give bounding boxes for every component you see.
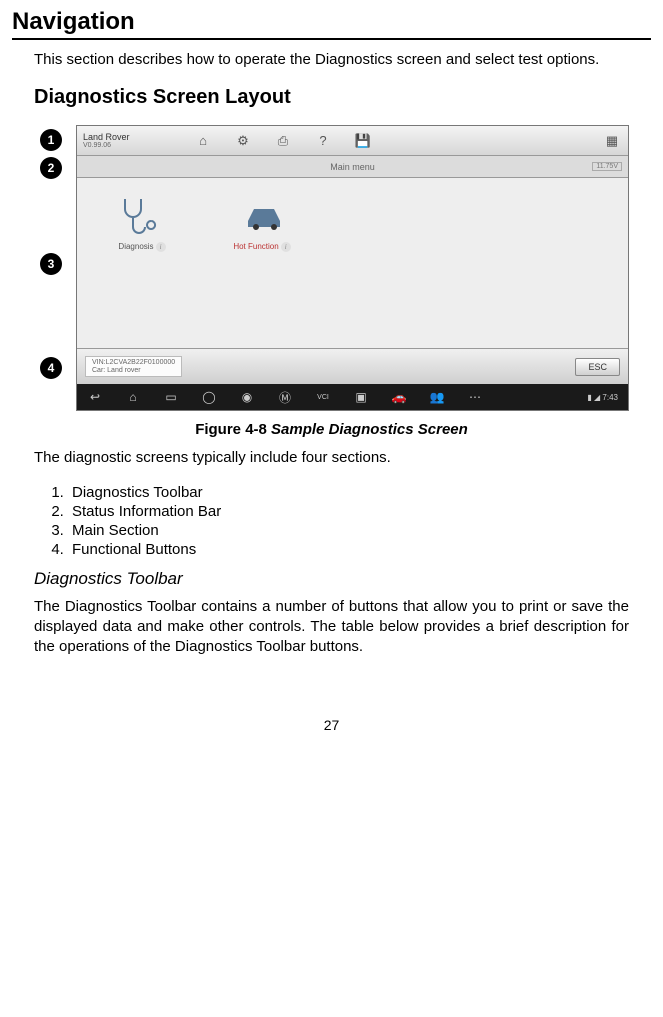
voltage-badge: 11.75V [592, 162, 622, 171]
folder-icon[interactable]: ▣ [353, 390, 369, 404]
info-icon: i [281, 242, 291, 252]
list-item: Main Section [68, 521, 629, 540]
status-title: Main menu [330, 162, 375, 172]
intro-text: This section describes how to operate th… [34, 50, 629, 70]
functional-buttons: VIN:L2CVA2B22F0100000 Car: Land rover ES… [77, 348, 628, 384]
home-icon[interactable]: ⌂ [125, 390, 141, 404]
print-icon[interactable]: ⎙ [273, 131, 293, 151]
browser-icon[interactable]: ◯ [201, 390, 217, 404]
question-icon[interactable]: ? [313, 131, 333, 151]
main-section: Diagnosisi Hot Functioni [77, 178, 628, 348]
car-icon[interactable]: 🚗 [391, 390, 407, 404]
close-icon[interactable]: ▦ [602, 131, 622, 151]
list-item: Functional Buttons [68, 540, 629, 559]
stethoscope-icon [112, 192, 172, 238]
back-icon[interactable]: ↩ [87, 390, 103, 404]
clock: ▮ ◢ 7:43 [587, 393, 618, 402]
car-fast-icon [232, 192, 292, 238]
subsection-heading: Diagnostics Toolbar [34, 569, 629, 589]
save-icon[interactable]: 💾 [353, 131, 373, 151]
main-item-label: Diagnosis [118, 242, 153, 251]
callout-1: 1 [40, 129, 62, 151]
section-heading: Diagnostics Screen Layout [34, 86, 629, 109]
esc-button[interactable]: ESC [575, 358, 620, 376]
main-item-hot-function[interactable]: Hot Functioni [217, 192, 307, 252]
android-nav-bar: ↩ ⌂ ▭ ◯ ◉ Ⓜ VCI ▣ 🚗 👥 ⋯ ▮ ◢ 7:43 [77, 384, 628, 410]
toolbar-desc: The Diagnostics Toolbar contains a numbe… [34, 597, 629, 658]
home-icon[interactable]: ⌂ [193, 131, 213, 151]
sections-intro: The diagnostic screens typically include… [34, 448, 629, 468]
list-item: Diagnostics Toolbar [68, 483, 629, 502]
gear-icon[interactable]: ⚙ [233, 131, 253, 151]
main-item-label: Hot Function [233, 242, 278, 251]
vehicle-brand: Land Rover V0.99.06 [83, 133, 173, 149]
vci-icon[interactable]: VCI [315, 394, 331, 401]
main-item-diagnosis[interactable]: Diagnosisi [97, 192, 187, 252]
status-bar: Main menu 11.75V [77, 156, 628, 178]
callout-4: 4 [40, 357, 62, 379]
recent-icon[interactable]: ▭ [163, 390, 179, 404]
list-item: Status Information Bar [68, 502, 629, 521]
page-title: Navigation [12, 8, 651, 36]
camera-icon[interactable]: ◉ [239, 390, 255, 404]
diag-toolbar: Land Rover V0.99.06 ⌂ ⚙ ⎙ ? 💾 ▦ [77, 126, 628, 156]
divider [12, 38, 651, 40]
callout-2: 2 [40, 157, 62, 179]
callout-3: 3 [40, 253, 62, 275]
page-number: 27 [12, 717, 651, 733]
figure-caption: Figure 4-8 Sample Diagnostics Screen [34, 421, 629, 438]
figure: 1 2 3 4 Land Rover V0.99.06 ⌂ ⚙ ⎙ ? [34, 125, 629, 411]
users-icon[interactable]: 👥 [429, 390, 445, 404]
screenshot: Land Rover V0.99.06 ⌂ ⚙ ⎙ ? 💾 ▦ Main men… [76, 125, 629, 411]
info-icon: i [156, 242, 166, 252]
sections-list: Diagnostics Toolbar Status Information B… [34, 483, 629, 559]
m-icon[interactable]: Ⓜ [277, 389, 293, 406]
more-icon[interactable]: ⋯ [467, 390, 483, 404]
vin-info: VIN:L2CVA2B22F0100000 Car: Land rover [85, 356, 182, 377]
